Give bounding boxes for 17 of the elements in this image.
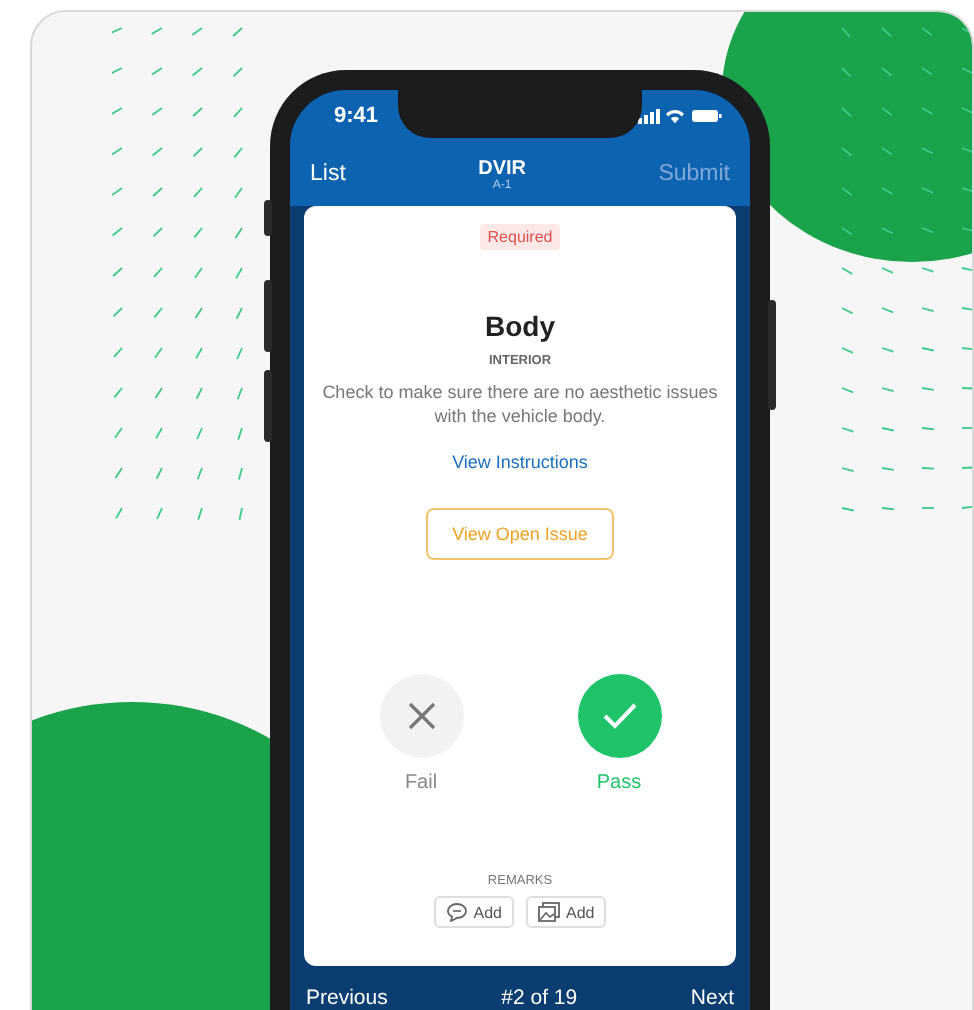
check-icon <box>601 702 637 730</box>
next-button[interactable]: Next <box>690 986 734 1010</box>
back-button[interactable]: List <box>310 162 346 186</box>
item-title: Body <box>485 310 555 342</box>
previous-button[interactable]: Previous <box>306 986 388 1010</box>
instructions-link[interactable]: View Instructions <box>452 452 588 472</box>
photo-icon <box>538 902 560 922</box>
status-time: 9:41 <box>334 104 379 128</box>
x-icon <box>405 700 437 732</box>
nav-title: DVIR <box>478 157 526 179</box>
item-description: Check to make sure there are no aesthetic issues with the vehicle body. <box>320 380 720 428</box>
status-icons <box>638 108 722 124</box>
speech-bubble-icon <box>445 902 468 922</box>
add-photo-button[interactable]: Add <box>526 896 607 928</box>
required-badge: Required <box>479 224 561 250</box>
add-comment-button[interactable]: Add <box>433 896 514 928</box>
item-position: #2 of 19 <box>501 986 578 1010</box>
